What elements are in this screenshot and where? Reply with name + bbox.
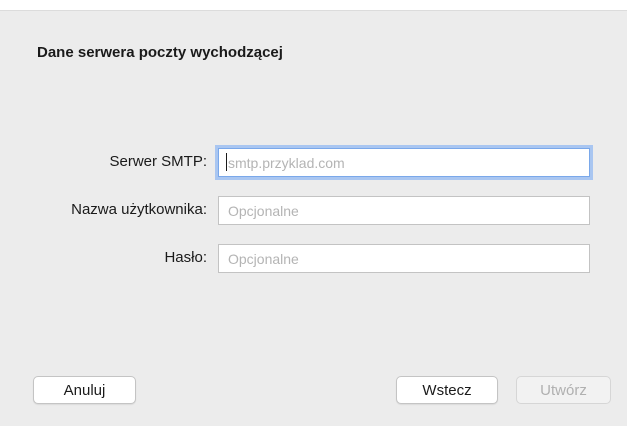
create-button: Utwórz <box>516 376 611 404</box>
password-label: Hasło: <box>164 249 207 266</box>
smtp-server-label: Serwer SMTP: <box>109 153 207 170</box>
password-input[interactable] <box>218 244 590 273</box>
smtp-server-input[interactable] <box>218 148 590 177</box>
dialog-title: Dane serwera poczty wychodzącej <box>37 44 283 61</box>
back-button[interactable]: Wstecz <box>396 376 498 404</box>
cancel-button[interactable]: Anuluj <box>33 376 136 404</box>
outgoing-mail-server-dialog: Dane serwera poczty wychodzącej Serwer S… <box>0 10 627 426</box>
username-label: Nazwa użytkownika: <box>71 201 207 218</box>
text-caret <box>226 153 227 171</box>
window-top-strip <box>0 0 637 10</box>
username-input[interactable] <box>218 196 590 225</box>
